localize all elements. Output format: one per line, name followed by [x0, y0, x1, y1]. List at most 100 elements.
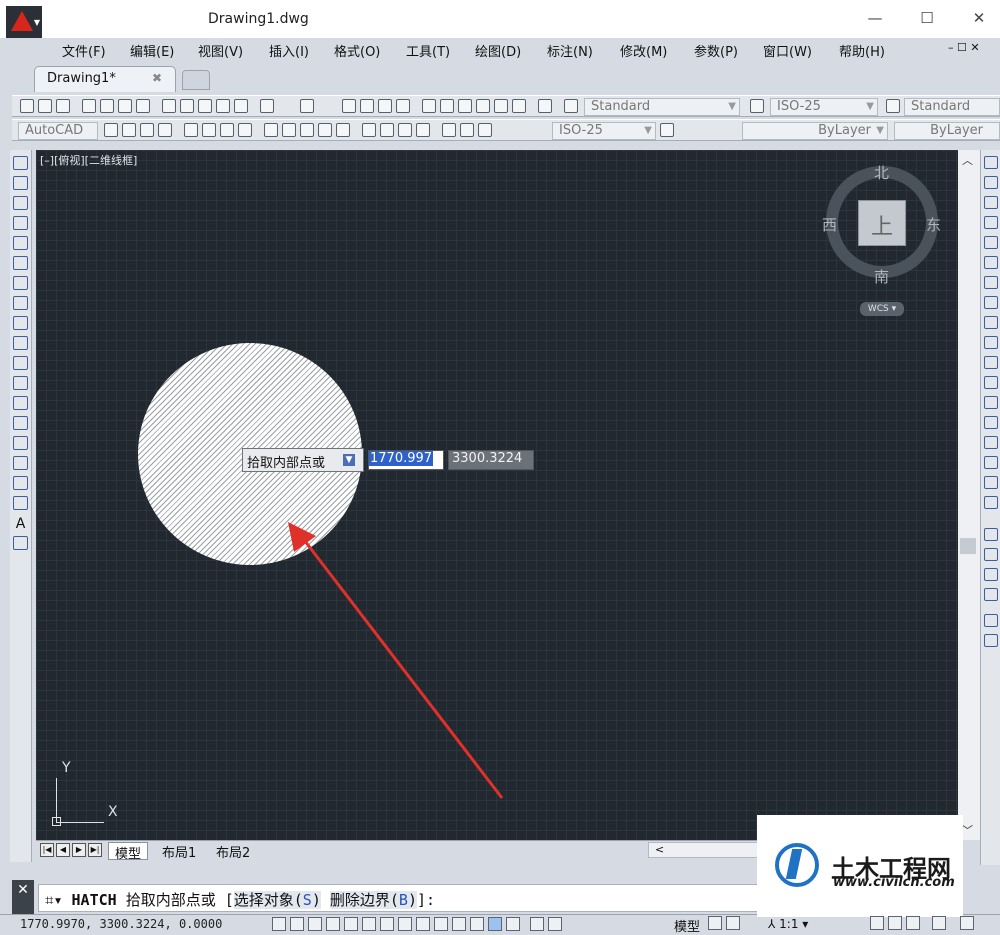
redo-icon[interactable]: [300, 99, 314, 113]
spline-icon[interactable]: [13, 316, 28, 330]
circle-icon[interactable]: [13, 276, 28, 290]
table-icon[interactable]: [13, 496, 28, 510]
object-snap-icon[interactable]: [362, 917, 376, 931]
offset-icon[interactable]: [984, 216, 998, 229]
annotation-scale[interactable]: ⅄ 1:1 ▾: [768, 917, 808, 931]
zoom-realtime-icon[interactable]: [360, 99, 374, 113]
last-layout-icon[interactable]: ▶|: [88, 843, 102, 857]
clean-screen-icon[interactable]: [960, 916, 974, 930]
draw-order-icon[interactable]: [984, 528, 998, 541]
quick-view-layouts-icon[interactable]: [708, 916, 722, 930]
tolerance-icon[interactable]: [362, 123, 376, 137]
radius-dimension-icon[interactable]: [184, 123, 198, 137]
model-label[interactable]: 模型: [674, 916, 700, 935]
cursor-coordinates[interactable]: 1770.9970, 3300.3224, 0.0000: [20, 917, 222, 931]
region-icon[interactable]: [13, 476, 28, 490]
polygon-icon[interactable]: [13, 216, 28, 230]
table-style-icon[interactable]: [886, 99, 900, 113]
quick-properties-icon[interactable]: [488, 917, 502, 931]
jogged-linear-icon[interactable]: [416, 123, 430, 137]
hatch-icon[interactable]: [13, 436, 28, 450]
text-style-select[interactable]: Standard ▼: [584, 98, 740, 116]
close-tab-icon[interactable]: ✖: [152, 71, 162, 85]
dynamic-input-icon[interactable]: [434, 917, 448, 931]
angular-dimension-icon[interactable]: [238, 123, 252, 137]
aligned-dimension-icon[interactable]: [122, 123, 136, 137]
diameter-dimension-icon[interactable]: [220, 123, 234, 137]
menu-draw[interactable]: 绘图(D): [475, 41, 521, 60]
scroll-thumb[interactable]: [960, 538, 976, 554]
close-button[interactable]: ✕: [966, 6, 992, 30]
send-to-back-icon[interactable]: [984, 568, 998, 581]
tab-model[interactable]: 模型: [108, 842, 149, 862]
3d-print-icon[interactable]: [136, 99, 150, 113]
arc-length-icon[interactable]: [140, 123, 154, 137]
object-snap-tracking-icon[interactable]: [398, 917, 412, 931]
insert-block-icon[interactable]: [13, 376, 28, 390]
construction-line-icon[interactable]: [13, 176, 28, 190]
add-selected-icon[interactable]: [13, 536, 28, 550]
ortho-mode-icon[interactable]: [326, 917, 340, 931]
text-front-icon[interactable]: [984, 614, 998, 627]
drawing-canvas[interactable]: [–][俯视][二维线框] 上 北 南 西 东 WCS ▾ 拾取内部点或 ▼ 1…: [36, 150, 958, 840]
undo-icon[interactable]: [260, 99, 274, 113]
explode-icon[interactable]: [984, 496, 998, 509]
scroll-down-icon[interactable]: ﹀: [962, 822, 973, 838]
command-line[interactable]: ⌗▾ HATCH 拾取内部点或 [选择对象(S) 删除边界(B)]:: [38, 884, 758, 912]
point-icon[interactable]: [13, 416, 28, 430]
table-style-select[interactable]: Standard: [904, 98, 1000, 116]
toolbar-lock-icon[interactable]: [888, 916, 902, 930]
trim-icon[interactable]: [984, 336, 998, 349]
maximize-button[interactable]: ☐: [914, 6, 940, 30]
dimension-style-icon[interactable]: [750, 99, 764, 113]
open-icon[interactable]: [38, 99, 52, 113]
pan-icon[interactable]: [342, 99, 356, 113]
scale-icon[interactable]: [984, 296, 998, 309]
make-block-icon[interactable]: [13, 396, 28, 410]
break-at-point-icon[interactable]: [984, 376, 998, 389]
hardware-acceleration-icon[interactable]: [906, 916, 920, 930]
workspace-switching-icon[interactable]: [870, 916, 884, 930]
workspace-select[interactable]: AutoCAD: [18, 122, 98, 140]
fillet-icon[interactable]: [984, 456, 998, 469]
revision-cloud-icon[interactable]: [13, 296, 28, 310]
line-icon[interactable]: [13, 156, 28, 170]
scroll-left-icon[interactable]: <: [655, 843, 664, 856]
break-icon[interactable]: [984, 396, 998, 409]
linear-dimension-icon[interactable]: [104, 123, 118, 137]
menu-modify[interactable]: 修改(M): [620, 41, 667, 60]
ellipse-icon[interactable]: [13, 336, 28, 350]
rotate-icon[interactable]: [984, 276, 998, 289]
menu-file[interactable]: 文件(F): [62, 41, 106, 60]
save-icon[interactable]: [56, 99, 70, 113]
paste-icon[interactable]: [198, 99, 212, 113]
blend-curves-icon[interactable]: [984, 476, 998, 489]
polar-tracking-icon[interactable]: [344, 917, 358, 931]
hatch-back-icon[interactable]: [984, 634, 998, 647]
match-properties-icon[interactable]: [216, 99, 230, 113]
3d-object-snap-icon[interactable]: [380, 917, 394, 931]
properties-icon[interactable]: [422, 99, 436, 113]
dimension-style-select-2[interactable]: ISO-25 ▼: [552, 122, 656, 140]
selection-cycling-icon[interactable]: [506, 917, 520, 931]
text-style-icon[interactable]: [564, 99, 578, 113]
linetype-select[interactable]: ByLayer ▼: [742, 122, 888, 140]
previous-layout-icon[interactable]: ◀: [56, 843, 70, 857]
zoom-window-icon[interactable]: [378, 99, 392, 113]
allow-ucs-icon[interactable]: [416, 917, 430, 931]
print-icon[interactable]: [82, 99, 96, 113]
tab-layout2[interactable]: 布局2: [210, 842, 256, 861]
menu-view[interactable]: 视图(V): [198, 41, 243, 60]
isolate-objects-icon[interactable]: [932, 916, 946, 930]
quickcalc-icon[interactable]: [512, 99, 526, 113]
tool-palettes-icon[interactable]: [458, 99, 472, 113]
print-preview-icon[interactable]: [100, 99, 114, 113]
menu-help[interactable]: 帮助(H): [839, 41, 885, 60]
rectangle-icon[interactable]: [13, 236, 28, 250]
grid-display-icon[interactable]: [308, 917, 322, 931]
baseline-dimension-icon[interactable]: [282, 123, 296, 137]
design-center-icon[interactable]: [440, 99, 454, 113]
gradient-icon[interactable]: [13, 456, 28, 470]
center-mark-icon[interactable]: [380, 123, 394, 137]
next-layout-icon[interactable]: ▶: [72, 843, 86, 857]
